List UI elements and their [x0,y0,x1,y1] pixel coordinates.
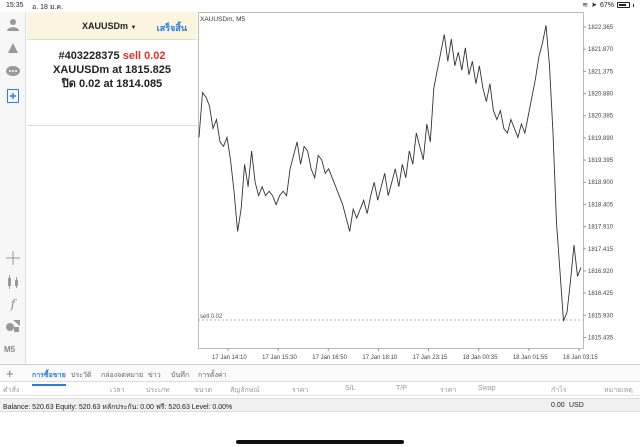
y-tick-label: 1818.405 [588,202,614,208]
orders-table-header: คำสั่ง เวลา ประเภท ขนาด สัญลักษณ์ ราคา S… [0,382,640,396]
col-sl[interactable]: S/L [345,385,356,392]
col-price-current[interactable]: ราคา [440,385,456,396]
col-time[interactable]: เวลา [110,385,125,396]
signal-icon[interactable] [5,40,21,56]
status-time: 15:35 [6,2,24,9]
tab-history[interactable]: ประวัติ [71,370,91,381]
done-button[interactable]: เสร็จสิ้น [157,21,187,35]
y-tick-label: 1820.880 [588,92,614,98]
new-order-icon[interactable] [5,88,21,104]
add-icon[interactable]: + [6,366,14,381]
col-order[interactable]: คำสั่ง [3,385,19,396]
close-price-label: ปิด 0.02 at [61,78,114,90]
status-right: ≋ ➤ 67% [582,1,634,9]
wifi-icon: ≋ [582,2,589,9]
y-tick-label: 1817.415 [588,247,614,253]
col-comment[interactable]: หมายเหตุ [604,385,633,396]
timeframe-label[interactable]: M5 [4,345,15,354]
crosshair-icon[interactable] [5,250,21,266]
x-tick-label: 18 Jan 03:15 [563,355,598,361]
symbol-selector[interactable]: XAUUSDm ▼ [82,21,136,31]
price-chart[interactable]: 1822.365 1821.870 1821.375 1820.880 1820.385… [198,12,640,364]
order-line: #403228375 sell 0.02 [27,49,197,63]
x-tick-label: 17 Jan 23:15 [413,355,448,361]
y-tick-label: 1820.385 [588,114,614,120]
x-tick-label: 17 Jan 18:10 [362,355,397,361]
x-tick-label: 18 Jan 01:55 [513,355,548,361]
home-indicator[interactable] [236,440,404,444]
y-tick-label: 1816.920 [588,269,614,275]
open-price-label: XAUUSDm at [52,64,123,76]
objects-icon[interactable] [5,318,21,334]
location-icon: ➤ [591,2,597,9]
y-tick-label: 1815.930 [588,313,614,319]
chart-svg[interactable]: 1822.365 1821.870 1821.375 1820.880 1820.385… [198,12,640,364]
col-swap[interactable]: Swap [478,385,496,392]
col-symbol[interactable]: สัญลักษณ์ [230,385,260,396]
col-type[interactable]: ประเภท [146,385,170,396]
chart-title: XAUUSDm, M5 [200,16,246,23]
col-size[interactable]: ขนาด [194,385,212,396]
symbol-name: XAUUSDm [82,21,129,31]
balance-row: Balance: 520.63 Equity: 520.63 หลักประกั… [0,398,640,412]
total-profit: 0.00 [551,402,565,409]
order-level-label: sell 0.02 [200,314,223,320]
tab-journal[interactable]: บันทึก [171,370,189,381]
order-id: #403228375 [58,50,120,62]
tab-mailbox[interactable]: กล่องจดหมาย [101,370,143,381]
tab-trade[interactable]: การซื้อขาย [32,370,66,386]
chevron-down-icon: ▼ [130,25,137,31]
trade-header: XAUUSDm ▼ เสร็จสิ้น [27,12,197,40]
bottom-tabs: + การซื้อขาย ประวัติ กล่องจดหมาย ข่าว บั… [0,364,640,386]
col-profit[interactable]: กำไร [551,385,566,396]
x-tick-label: 17 Jan 16:50 [312,355,347,361]
col-price[interactable]: ราคา [292,385,308,396]
y-axis: 1822.365 1821.870 1821.375 1820.880 1820.385… [583,25,614,341]
x-tick-label: 17 Jan 14:10 [212,355,247,361]
y-tick-label: 1822.365 [588,25,614,31]
y-tick-label: 1819.395 [588,158,614,164]
close-price-line: ปิด 0.02 at 1814.085 [27,77,197,91]
x-axis: 17 Jan 14:10 17 Jan 15:30 17 Jan 16:50 17 J… [212,348,598,361]
y-tick-label: 1819.890 [588,136,614,142]
x-tick-label: 17 Jan 15:30 [262,355,297,361]
tab-news[interactable]: ข่าว [148,370,161,381]
chat-icon[interactable] [5,64,21,80]
open-price-value: 1815.825 [125,64,172,76]
status-bar: 15:35 อ. 18 ม.ค. ≋ ➤ 67% [0,0,640,12]
y-tick-label: 1816.425 [588,291,614,297]
plot-frame [198,12,584,349]
candles-icon[interactable] [5,274,21,290]
order-type: sell 0.02 [122,50,166,62]
x-tick-label: 18 Jan 00:35 [463,355,498,361]
y-tick-label: 1817.910 [588,225,614,231]
trade-panel: XAUUSDm ▼ เสร็จสิ้น #403228375 sell 0.02… [27,12,197,126]
open-price-line: XAUUSDm at 1815.825 [27,63,197,77]
balance-summary: Balance: 520.63 Equity: 520.63 หลักประกั… [3,404,233,411]
y-tick-label: 1821.870 [588,47,614,53]
tab-settings[interactable]: การตั้งค่า [198,370,227,381]
account-icon[interactable] [5,16,21,32]
y-tick-label: 1818.900 [588,180,614,186]
battery-percent: 67% [599,1,614,9]
battery-icon [617,2,630,8]
profit-currency: USD [569,402,584,409]
close-price-value: 1814.085 [116,78,163,90]
col-tp[interactable]: T/P [396,385,407,392]
y-tick-label: 1815.435 [588,335,614,341]
y-tick-label: 1821.375 [588,69,614,75]
indicator-icon[interactable]: f [5,296,21,312]
left-toolbar: f M5 [0,12,26,364]
trade-result: #403228375 sell 0.02 XAUUSDm at 1815.825… [27,40,197,91]
